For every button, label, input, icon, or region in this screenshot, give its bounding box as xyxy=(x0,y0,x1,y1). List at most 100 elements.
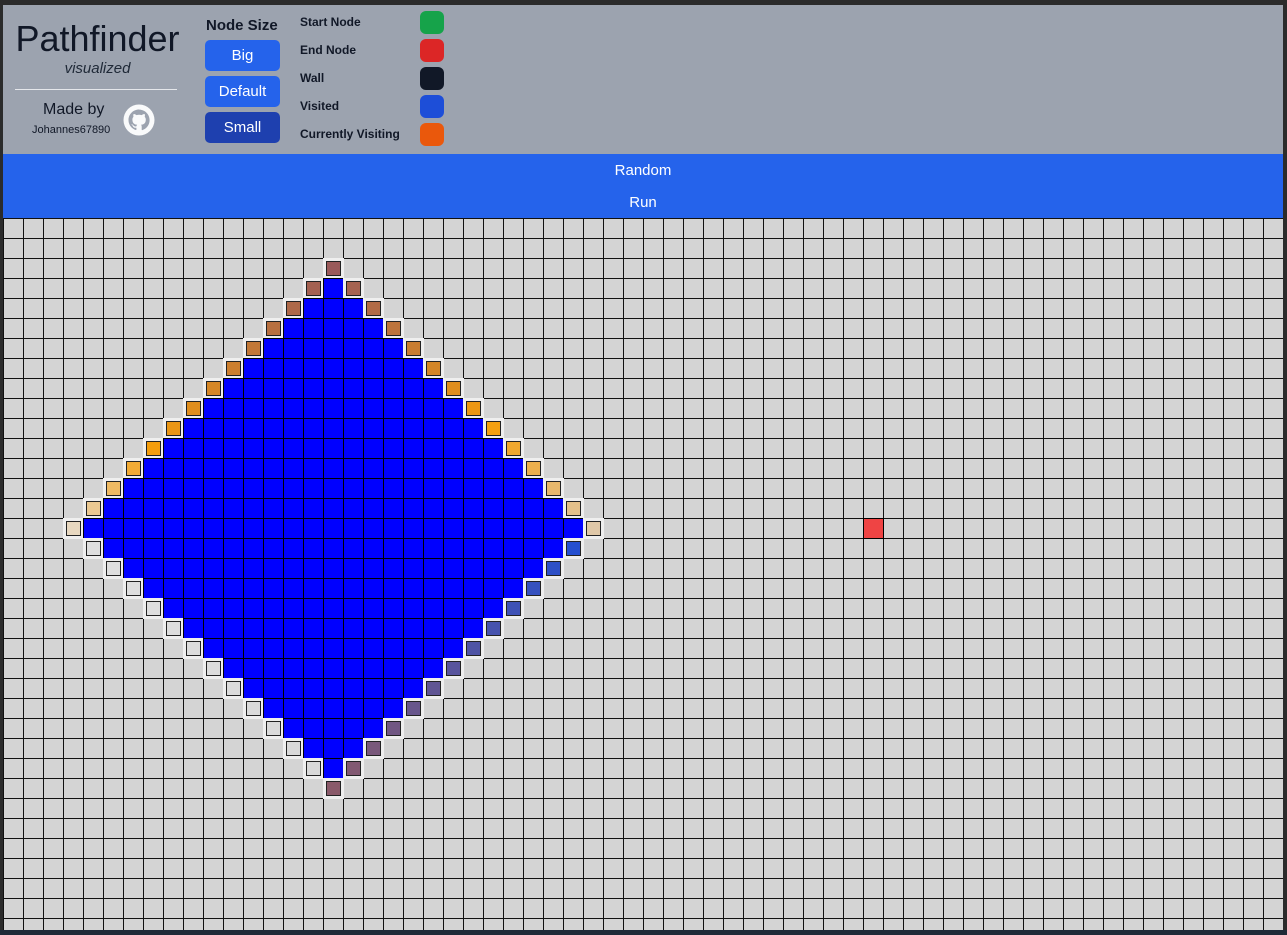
visited-node[interactable] xyxy=(403,578,424,599)
visited-node[interactable] xyxy=(223,618,244,639)
visited-node[interactable] xyxy=(443,398,464,419)
visited-node[interactable] xyxy=(363,378,384,399)
visited-node[interactable] xyxy=(283,678,304,699)
visiting-node[interactable] xyxy=(423,358,444,379)
visiting-node[interactable] xyxy=(183,398,204,419)
visited-node[interactable] xyxy=(263,498,284,519)
visited-node[interactable] xyxy=(303,478,324,499)
visiting-node[interactable] xyxy=(103,478,124,499)
visiting-node[interactable] xyxy=(483,418,504,439)
visited-node[interactable] xyxy=(423,558,444,579)
visiting-node[interactable] xyxy=(143,438,164,459)
visited-node[interactable] xyxy=(503,458,524,479)
visited-node[interactable] xyxy=(303,418,324,439)
visited-node[interactable] xyxy=(203,418,224,439)
visited-node[interactable] xyxy=(263,478,284,499)
visited-node[interactable] xyxy=(243,398,264,419)
visited-node[interactable] xyxy=(163,518,184,539)
visited-node[interactable] xyxy=(263,618,284,639)
visited-node[interactable] xyxy=(443,598,464,619)
github-icon[interactable] xyxy=(123,104,155,136)
visited-node[interactable] xyxy=(303,638,324,659)
visited-node[interactable] xyxy=(483,518,504,539)
visited-node[interactable] xyxy=(203,538,224,559)
visited-node[interactable] xyxy=(383,378,404,399)
visited-node[interactable] xyxy=(383,498,404,519)
visited-node[interactable] xyxy=(443,578,464,599)
visited-node[interactable] xyxy=(443,638,464,659)
visited-node[interactable] xyxy=(383,658,404,679)
visited-node[interactable] xyxy=(363,398,384,419)
visited-node[interactable] xyxy=(143,498,164,519)
visited-node[interactable] xyxy=(323,478,344,499)
visited-node[interactable] xyxy=(263,638,284,659)
visited-node[interactable] xyxy=(323,318,344,339)
visited-node[interactable] xyxy=(243,678,264,699)
visited-node[interactable] xyxy=(323,538,344,559)
visited-node[interactable] xyxy=(263,518,284,539)
visited-node[interactable] xyxy=(443,458,464,479)
visited-node[interactable] xyxy=(403,658,424,679)
visited-node[interactable] xyxy=(163,578,184,599)
visited-node[interactable] xyxy=(363,478,384,499)
visited-node[interactable] xyxy=(263,558,284,579)
visiting-node[interactable] xyxy=(383,718,404,739)
visited-node[interactable] xyxy=(463,558,484,579)
visited-node[interactable] xyxy=(423,438,444,459)
visited-node[interactable] xyxy=(183,498,204,519)
visited-node[interactable] xyxy=(323,458,344,479)
run-button[interactable]: Run xyxy=(3,186,1283,218)
visited-node[interactable] xyxy=(283,478,304,499)
visited-node[interactable] xyxy=(303,738,324,759)
visited-node[interactable] xyxy=(323,518,344,539)
visited-node[interactable] xyxy=(383,638,404,659)
visited-node[interactable] xyxy=(443,518,464,539)
visited-node[interactable] xyxy=(323,698,344,719)
visited-node[interactable] xyxy=(343,518,364,539)
visited-node[interactable] xyxy=(403,678,424,699)
visited-node[interactable] xyxy=(183,618,204,639)
visited-node[interactable] xyxy=(303,698,324,719)
visited-node[interactable] xyxy=(343,498,364,519)
visited-node[interactable] xyxy=(303,298,324,319)
visited-node[interactable] xyxy=(403,418,424,439)
visited-node[interactable] xyxy=(203,398,224,419)
visited-node[interactable] xyxy=(263,538,284,559)
visited-node[interactable] xyxy=(323,658,344,679)
visited-node[interactable] xyxy=(263,398,284,419)
visited-node[interactable] xyxy=(483,478,504,499)
visiting-node[interactable] xyxy=(63,518,84,539)
visited-node[interactable] xyxy=(203,498,224,519)
visiting-node[interactable] xyxy=(363,738,384,759)
visited-node[interactable] xyxy=(343,638,364,659)
visited-node[interactable] xyxy=(223,578,244,599)
visiting-node[interactable] xyxy=(143,598,164,619)
visited-node[interactable] xyxy=(383,458,404,479)
visiting-node[interactable] xyxy=(523,578,544,599)
visited-node[interactable] xyxy=(103,518,124,539)
visited-node[interactable] xyxy=(183,598,204,619)
node-size-small-button[interactable]: Small xyxy=(205,112,280,143)
visited-node[interactable] xyxy=(443,418,464,439)
visited-node[interactable] xyxy=(423,378,444,399)
visited-node[interactable] xyxy=(123,478,144,499)
visited-node[interactable] xyxy=(383,618,404,639)
visited-node[interactable] xyxy=(223,598,244,619)
visited-node[interactable] xyxy=(523,518,544,539)
visited-node[interactable] xyxy=(443,438,464,459)
visited-node[interactable] xyxy=(323,558,344,579)
visited-node[interactable] xyxy=(323,598,344,619)
visited-node[interactable] xyxy=(263,338,284,359)
visited-node[interactable] xyxy=(203,458,224,479)
visiting-node[interactable] xyxy=(543,558,564,579)
visited-node[interactable] xyxy=(303,518,324,539)
visited-node[interactable] xyxy=(163,438,184,459)
visited-node[interactable] xyxy=(463,618,484,639)
visited-node[interactable] xyxy=(423,458,444,479)
visited-node[interactable] xyxy=(443,618,464,639)
visiting-node[interactable] xyxy=(583,518,604,539)
visited-node[interactable] xyxy=(163,538,184,559)
visited-node[interactable] xyxy=(283,718,304,739)
visited-node[interactable] xyxy=(243,458,264,479)
visited-node[interactable] xyxy=(343,438,364,459)
